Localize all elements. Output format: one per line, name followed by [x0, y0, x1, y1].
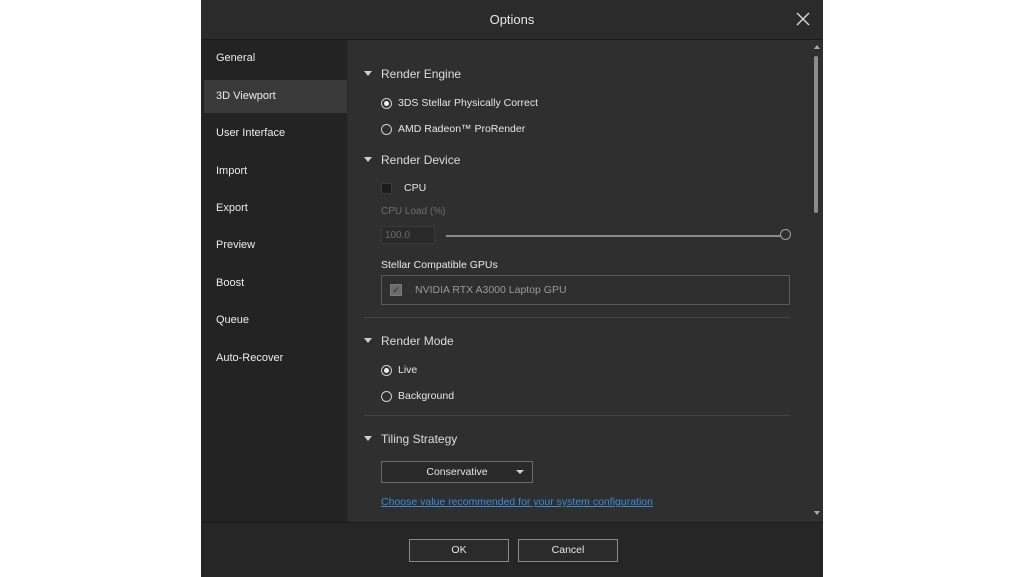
options-dialog: Options General 3D Viewport User Interfa… [201, 0, 823, 577]
sidebar: General 3D Viewport User Interface Impor… [201, 40, 347, 522]
collapse-triangle-icon [364, 71, 372, 76]
radio-live[interactable]: Live [381, 364, 417, 376]
gpu-item-label: NVIDIA RTX A3000 Laptop GPU [415, 284, 567, 296]
cpu-load-slider-track[interactable] [446, 235, 786, 237]
collapse-triangle-icon [364, 338, 372, 343]
cpu-load-label: CPU Load (%) [381, 206, 446, 217]
tiling-strategy-dropdown[interactable]: Conservative [381, 461, 533, 483]
radio-prorender-label: AMD Radeon™ ProRender [398, 123, 526, 135]
ok-button[interactable]: OK [409, 539, 509, 562]
cpu-label: CPU [404, 182, 427, 194]
close-icon[interactable] [793, 9, 813, 29]
sidebar-item-preview[interactable]: Preview [204, 229, 347, 262]
render-mode-heading: Render Mode [381, 334, 454, 348]
tiling-strategy-header[interactable]: Tiling Strategy [364, 432, 457, 446]
section-divider [364, 317, 790, 318]
sidebar-item-3d-viewport[interactable]: 3D Viewport [204, 80, 347, 113]
sidebar-item-user-interface[interactable]: User Interface [204, 117, 347, 150]
scrollbar-thumb[interactable] [814, 56, 818, 213]
stellar-gpus-heading: Stellar Compatible GPUs [381, 259, 498, 271]
title-bar: Options [201, 0, 823, 40]
radio-selected-icon [381, 98, 392, 109]
chevron-down-icon [516, 470, 524, 474]
dialog-title: Options [489, 12, 535, 27]
settings-panel: Render Engine 3DS Stellar Physically Cor… [348, 40, 823, 522]
render-engine-heading: Render Engine [381, 67, 462, 81]
cpu-checkbox[interactable]: CPU [381, 182, 426, 194]
render-mode-header[interactable]: Render Mode [364, 334, 454, 348]
render-engine-header[interactable]: Render Engine [364, 67, 461, 81]
radio-unselected-icon [381, 391, 392, 402]
radio-unselected-icon [381, 124, 392, 135]
radio-background-label: Background [398, 390, 455, 402]
render-device-header[interactable]: Render Device [364, 153, 460, 167]
render-device-heading: Render Device [381, 153, 461, 167]
cancel-button[interactable]: Cancel [518, 539, 618, 562]
scroll-up-arrow-icon[interactable] [814, 45, 820, 49]
checkbox-unchecked-icon [381, 183, 392, 194]
cpu-load-slider-thumb[interactable] [780, 229, 791, 240]
sidebar-item-auto-recover[interactable]: Auto-Recover [204, 342, 347, 375]
sidebar-item-queue[interactable]: Queue [204, 304, 347, 337]
cpu-load-input[interactable]: 100.0 [381, 226, 435, 244]
recommended-value-link[interactable]: Choose value recommended for your system… [381, 496, 653, 508]
radio-stellar-label: 3DS Stellar Physically Correct [398, 97, 539, 109]
collapse-triangle-icon [364, 436, 372, 441]
gpu-list: ✓ NVIDIA RTX A3000 Laptop GPU [381, 275, 790, 305]
sidebar-item-general[interactable]: General [204, 42, 347, 75]
tiling-strategy-heading: Tiling Strategy [381, 432, 458, 446]
radio-prorender[interactable]: AMD Radeon™ ProRender [381, 123, 525, 135]
collapse-triangle-icon [364, 157, 372, 162]
sidebar-item-boost[interactable]: Boost [204, 267, 347, 300]
section-divider [364, 415, 790, 416]
sidebar-item-export[interactable]: Export [204, 192, 347, 225]
gpu-checkbox-checked-icon[interactable]: ✓ [390, 284, 402, 296]
radio-selected-icon [381, 365, 392, 376]
radio-stellar[interactable]: 3DS Stellar Physically Correct [381, 97, 538, 109]
radio-live-label: Live [398, 364, 418, 376]
dialog-footer: OK Cancel [201, 522, 823, 577]
tiling-strategy-value: Conservative [426, 466, 488, 478]
sidebar-item-import[interactable]: Import [204, 155, 347, 188]
radio-background[interactable]: Background [381, 390, 454, 402]
vertical-scrollbar[interactable] [811, 40, 823, 522]
scroll-down-arrow-icon[interactable] [814, 511, 820, 515]
